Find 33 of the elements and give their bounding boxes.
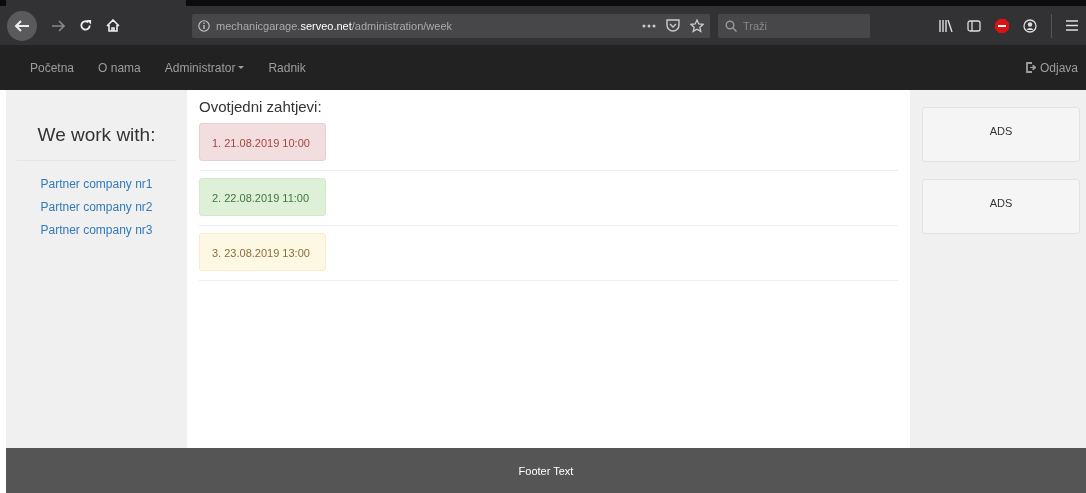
request-alert: 1. 21.08.2019 10:00 xyxy=(199,123,326,161)
star-icon[interactable] xyxy=(690,18,704,33)
partner-link[interactable]: Partner company nr2 xyxy=(40,200,153,214)
nav-link[interactable]: O nama xyxy=(86,60,153,75)
request-alert: 2. 22.08.2019 11:00 xyxy=(199,178,326,216)
menu-icon[interactable] xyxy=(1066,20,1078,31)
forward-icon[interactable] xyxy=(51,19,65,32)
sidebar-icon[interactable] xyxy=(967,19,981,32)
partner-link[interactable]: Partner company nr1 xyxy=(40,177,153,191)
more-icon[interactable] xyxy=(642,23,656,28)
reload-icon[interactable] xyxy=(79,19,92,32)
search-icon xyxy=(725,19,737,32)
account-icon[interactable] xyxy=(1023,18,1037,33)
ad-panel: ADS xyxy=(922,107,1080,162)
nav-link[interactable]: Početna xyxy=(18,60,87,75)
sidebar-title: We work with: xyxy=(37,124,156,146)
ad-panel: ADS xyxy=(922,179,1080,234)
logout-link[interactable]: Odjava xyxy=(1025,60,1078,75)
address-bar[interactable]: mechanicgarage.serveo.net/administration/week xyxy=(192,13,710,38)
nav-link[interactable]: Radnik xyxy=(256,60,318,75)
logout-icon xyxy=(1025,62,1037,73)
search-field[interactable]: Traži xyxy=(718,13,870,38)
info-icon[interactable] xyxy=(198,19,210,32)
partner-link[interactable]: Partner company nr3 xyxy=(40,223,153,237)
home-icon[interactable] xyxy=(106,19,120,32)
request-alert: 3. 23.08.2019 13:00 xyxy=(199,233,326,271)
caret-icon xyxy=(238,66,245,69)
footer: Footer Text xyxy=(6,448,1086,493)
pocket-icon[interactable] xyxy=(666,19,680,32)
nav-link[interactable]: Administrator xyxy=(152,60,257,75)
library-icon[interactable] xyxy=(939,19,953,32)
back-icon[interactable] xyxy=(7,10,37,41)
section-heading: Ovotjedni zahtjevi: xyxy=(199,98,323,115)
